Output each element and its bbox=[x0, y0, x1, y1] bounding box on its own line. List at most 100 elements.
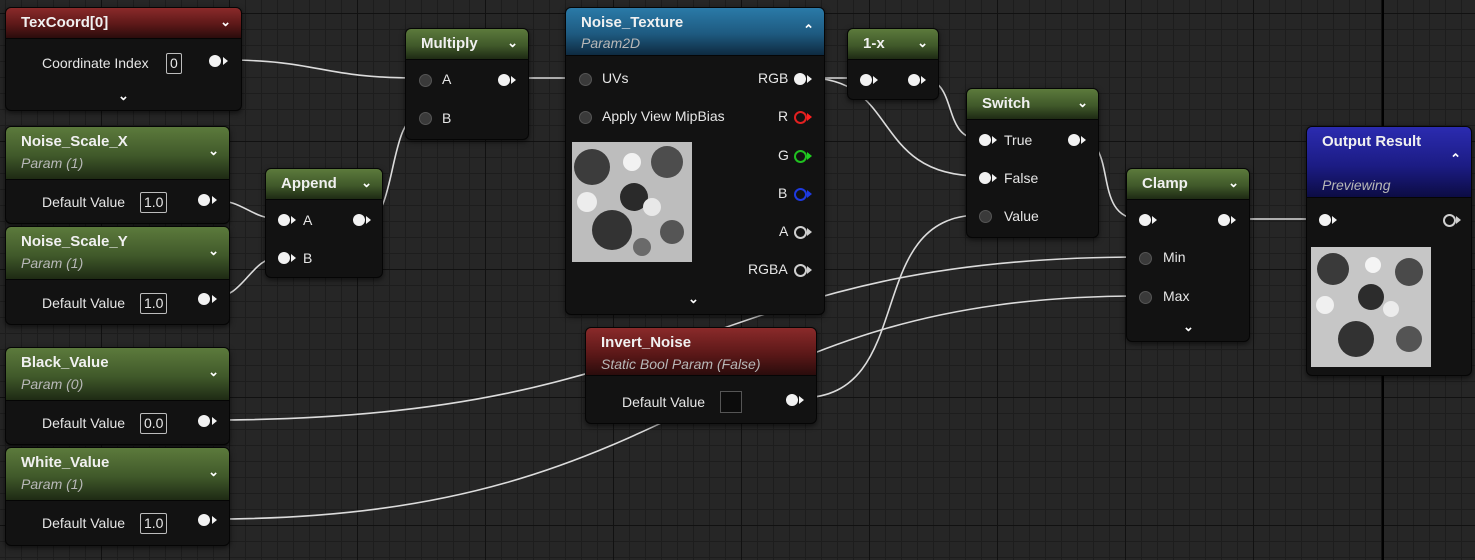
output-pin[interactable] bbox=[353, 214, 365, 226]
input-pin-a[interactable] bbox=[419, 74, 432, 87]
node-header[interactable]: 1-x ⌄ bbox=[848, 29, 938, 60]
output-pin[interactable] bbox=[198, 194, 210, 206]
node-one-minus-x[interactable]: 1-x ⌄ bbox=[847, 28, 939, 100]
chevron-down-icon[interactable]: ⌄ bbox=[208, 364, 219, 380]
node-header[interactable]: Invert_Noise Static Bool Param (False) bbox=[586, 328, 816, 376]
node-noise-scale-y[interactable]: Noise_Scale_Y Param (1) ⌄ Default Value … bbox=[5, 226, 230, 325]
node-header[interactable]: TexCoord[0] ⌄ bbox=[6, 8, 241, 39]
chevron-down-icon[interactable]: ⌄ bbox=[917, 35, 928, 51]
node-title: 1-x bbox=[863, 35, 885, 52]
node-noise-scale-x[interactable]: Noise_Scale_X Param (1) ⌄ Default Value … bbox=[5, 126, 230, 224]
node-header[interactable]: Noise_Texture Param2D ⌃ bbox=[566, 8, 824, 56]
pin-arrow-icon bbox=[799, 396, 804, 404]
node-invert-noise[interactable]: Invert_Noise Static Bool Param (False) D… bbox=[585, 327, 817, 424]
chevron-down-icon[interactable]: ⌄ bbox=[361, 175, 372, 191]
wire-invert-switch-value bbox=[799, 214, 981, 399]
input-pin-min[interactable] bbox=[1139, 252, 1152, 265]
node-header[interactable]: Append ⌄ bbox=[266, 169, 382, 200]
chevron-down-icon[interactable]: ⌄ bbox=[507, 35, 518, 51]
node-texcoord[interactable]: TexCoord[0] ⌄ Coordinate Index 0 ⌄ bbox=[5, 7, 242, 111]
input-pin[interactable] bbox=[860, 74, 872, 86]
node-header[interactable]: Clamp ⌄ bbox=[1127, 169, 1249, 200]
pin-arrow-icon bbox=[1081, 136, 1086, 144]
node-title: Output Result bbox=[1322, 133, 1422, 150]
pin-arrow-icon bbox=[1152, 216, 1157, 224]
input-pin-a[interactable] bbox=[278, 214, 290, 226]
output-pin[interactable] bbox=[1068, 134, 1080, 146]
g-label: G bbox=[778, 147, 789, 163]
chevron-down-icon[interactable]: ⌄ bbox=[220, 14, 231, 30]
a-label: A bbox=[779, 223, 789, 239]
node-append[interactable]: Append ⌄ A B bbox=[265, 168, 383, 278]
chevron-down-icon[interactable]: ⌄ bbox=[688, 291, 699, 307]
chevron-up-icon[interactable]: ⌃ bbox=[1450, 151, 1461, 167]
node-noise-texture[interactable]: Noise_Texture Param2D ⌃ UVs Apply View M… bbox=[565, 7, 825, 315]
output-pin[interactable] bbox=[209, 55, 221, 67]
chevron-down-icon[interactable]: ⌄ bbox=[208, 464, 219, 480]
node-header[interactable]: Noise_Scale_X Param (1) ⌄ bbox=[6, 127, 229, 180]
input-pin[interactable] bbox=[1319, 214, 1331, 226]
input-pin-max[interactable] bbox=[1139, 291, 1152, 304]
output-pin[interactable] bbox=[198, 415, 210, 427]
input-pin-b[interactable] bbox=[419, 112, 432, 125]
value-label: Value bbox=[1004, 208, 1039, 224]
input-pin-b[interactable] bbox=[278, 252, 290, 264]
input-pin-false[interactable] bbox=[979, 172, 991, 184]
output-pin-b[interactable] bbox=[794, 188, 807, 201]
output-pin[interactable] bbox=[908, 74, 920, 86]
default-value-input[interactable]: 1.0 bbox=[140, 513, 168, 534]
node-header[interactable]: Output Result Previewing ⌃ bbox=[1307, 127, 1471, 198]
coordinate-index-input[interactable]: 0 bbox=[166, 53, 182, 74]
node-subtitle: Param (0) bbox=[21, 376, 84, 392]
node-subtitle: Static Bool Param (False) bbox=[601, 356, 761, 372]
input-pin-mipbias[interactable] bbox=[579, 111, 592, 124]
pin-a-label: A bbox=[442, 71, 452, 87]
pin-a-label: A bbox=[303, 212, 313, 228]
node-multiply[interactable]: Multiply ⌄ A B bbox=[405, 28, 529, 140]
output-pin-a[interactable] bbox=[794, 226, 807, 239]
false-label: False bbox=[1004, 170, 1039, 186]
default-value-label: Default Value bbox=[622, 394, 706, 410]
node-header[interactable]: Noise_Scale_Y Param (1) ⌄ bbox=[6, 227, 229, 280]
output-pin[interactable] bbox=[198, 293, 210, 305]
input-pin-value[interactable] bbox=[979, 210, 992, 223]
output-pin[interactable] bbox=[198, 514, 210, 526]
output-pin-r[interactable] bbox=[794, 111, 807, 124]
node-output-result[interactable]: Output Result Previewing ⌃ bbox=[1306, 126, 1472, 376]
output-pin[interactable] bbox=[1218, 214, 1230, 226]
default-value-input[interactable]: 1.0 bbox=[140, 293, 168, 314]
node-header[interactable]: Black_Value Param (0) ⌄ bbox=[6, 348, 229, 401]
node-black-value[interactable]: Black_Value Param (0) ⌄ Default Value 0.… bbox=[5, 347, 230, 445]
input-pin-uvs[interactable] bbox=[579, 73, 592, 86]
node-header[interactable]: Switch ⌄ bbox=[967, 89, 1098, 120]
r-label: R bbox=[778, 108, 789, 124]
chevron-down-icon[interactable]: ⌄ bbox=[1183, 319, 1194, 335]
input-pin[interactable] bbox=[1139, 214, 1151, 226]
default-value-checkbox[interactable] bbox=[720, 391, 742, 413]
chevron-down-icon[interactable]: ⌄ bbox=[1228, 175, 1239, 191]
pin-arrow-icon bbox=[992, 174, 997, 182]
default-value-input[interactable]: 0.0 bbox=[140, 413, 168, 434]
node-title: Noise_Scale_X bbox=[21, 133, 128, 150]
node-clamp[interactable]: Clamp ⌄ Min Max ⌄ bbox=[1126, 168, 1250, 342]
default-value-input[interactable]: 1.0 bbox=[140, 192, 168, 213]
output-pin-g[interactable] bbox=[794, 150, 807, 163]
node-white-value[interactable]: White_Value Param (1) ⌄ Default Value 1.… bbox=[5, 447, 230, 546]
node-switch[interactable]: Switch ⌄ True False Value bbox=[966, 88, 1099, 238]
chevron-up-icon[interactable]: ⌃ bbox=[803, 22, 814, 38]
chevron-down-icon[interactable]: ⌄ bbox=[118, 88, 129, 104]
input-pin-true[interactable] bbox=[979, 134, 991, 146]
mipbias-label: Apply View MipBias bbox=[602, 108, 725, 124]
node-header[interactable]: Multiply ⌄ bbox=[406, 29, 528, 60]
node-header[interactable]: White_Value Param (1) ⌄ bbox=[6, 448, 229, 501]
chevron-down-icon[interactable]: ⌄ bbox=[208, 243, 219, 259]
chevron-down-icon[interactable]: ⌄ bbox=[208, 143, 219, 159]
output-pin[interactable] bbox=[1443, 214, 1456, 227]
output-pin-rgba[interactable] bbox=[794, 264, 807, 277]
output-pin[interactable] bbox=[786, 394, 798, 406]
node-title: White_Value bbox=[21, 454, 110, 471]
output-pin[interactable] bbox=[498, 74, 510, 86]
output-pin-rgb[interactable] bbox=[794, 73, 806, 85]
chevron-down-icon[interactable]: ⌄ bbox=[1077, 95, 1088, 111]
true-label: True bbox=[1004, 132, 1033, 148]
